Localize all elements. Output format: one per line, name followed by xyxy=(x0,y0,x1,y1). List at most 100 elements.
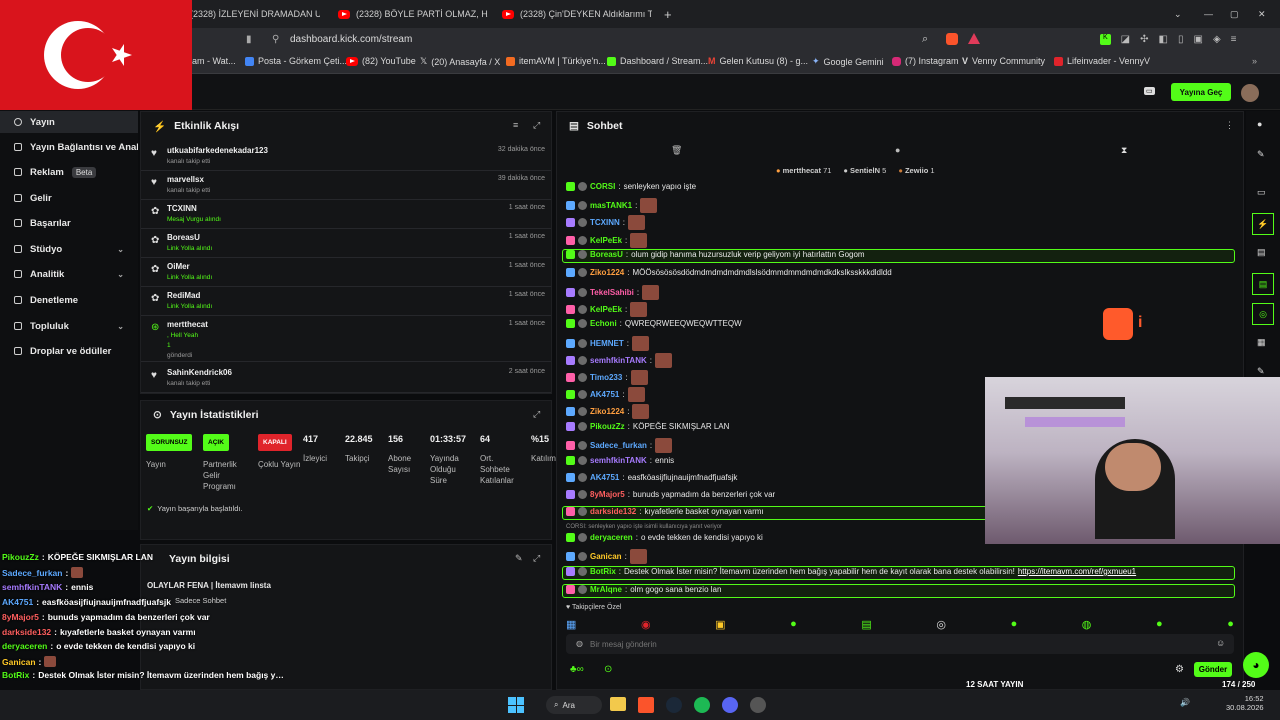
chat-username[interactable]: PikouzZz xyxy=(590,422,625,431)
kick-extension-icon[interactable]: K xyxy=(1100,34,1111,45)
chat-icon[interactable]: ▤ xyxy=(1252,273,1274,295)
chat-username[interactable]: Ziko1224 xyxy=(590,268,624,277)
list-icon[interactable]: ▤ xyxy=(1257,247,1266,258)
bookmark[interactable]: M Gelen Kutusu (8) - g... xyxy=(708,56,808,66)
go-live-button[interactable]: Yayına Geç xyxy=(1171,83,1231,101)
puzzle-icon[interactable]: ✣ xyxy=(1140,34,1148,45)
more-bookmarks-icon[interactable]: » xyxy=(1252,56,1257,66)
close-window-button[interactable]: ✕ xyxy=(1258,4,1266,24)
target-icon[interactable]: ◎ xyxy=(1252,303,1274,325)
brave-rewards-icon[interactable] xyxy=(968,33,980,44)
sidebar-item-topluluk[interactable]: Topluluk ⌄ xyxy=(0,315,138,337)
folder-icon[interactable] xyxy=(610,697,626,711)
timer-icon[interactable]: ⊙ xyxy=(604,664,612,675)
popout-icon[interactable]: ⤢ xyxy=(533,120,540,131)
emote-icon[interactable]: ● xyxy=(790,618,797,631)
chat-username[interactable]: semhfkinTANK xyxy=(590,456,647,465)
bookmark[interactable]: V Venny Community xyxy=(962,56,1045,66)
chat-message[interactable]: AK4751: xyxy=(566,387,645,402)
emoji-icon[interactable]: ☺ xyxy=(1216,638,1225,648)
filter-icon[interactable]: ≡ xyxy=(513,120,518,130)
channel-points-icon[interactable]: ♣∞ xyxy=(570,664,584,675)
sidebar-item-reklam[interactable]: Reklam Beta xyxy=(0,161,138,183)
chat-message[interactable]: TCXINN: xyxy=(566,215,646,230)
chat-username[interactable]: Sadece_furkan xyxy=(590,441,647,450)
chat-message[interactable]: darkside132: kıyafetlerle basket oynayan … xyxy=(566,507,764,516)
discord-icon[interactable] xyxy=(722,697,738,713)
popout-icon[interactable]: ⤢ xyxy=(533,409,540,420)
bookmark[interactable]: ✦ Google Gemini xyxy=(812,56,884,67)
chat-message[interactable]: MrAlqne: olm gogo sana benzio lan xyxy=(566,585,721,594)
event-row[interactable]: ♥ marvellsx kanalı takip etti 39 dakika önc… xyxy=(141,171,551,200)
chat-link[interactable]: https://itemavm.com/ref/gxmueu1 xyxy=(1018,567,1136,576)
wallet-icon[interactable]: ▣ xyxy=(1193,34,1202,45)
chat-message[interactable]: TekelSahibi: xyxy=(566,285,660,300)
new-tab-button[interactable]: + xyxy=(664,4,672,24)
windows-start-icon[interactable] xyxy=(508,697,524,713)
browser-tab[interactable]: (2328) İZLEYENİ DRAMADAN UZAK xyxy=(190,4,320,24)
chat-username[interactable]: deryaceren xyxy=(590,533,633,542)
chat-username[interactable]: darkside132 xyxy=(590,507,636,516)
chat-input[interactable] xyxy=(590,636,1210,652)
vpn-icon[interactable]: ◈ xyxy=(1213,34,1221,45)
chat-message[interactable]: KelPeEk: xyxy=(566,233,648,248)
chat-username[interactable]: BotRix xyxy=(590,567,616,576)
avatar[interactable] xyxy=(1241,84,1259,102)
event-row[interactable]: ✿ BoreasU Link Yolla alındı 1 saat önce xyxy=(141,229,551,258)
settings-icon[interactable]: ⚙ xyxy=(1175,664,1184,675)
bookmark[interactable]: 𝕏 (20) Anasayfa / X xyxy=(420,56,500,67)
minimize-button[interactable]: — xyxy=(1204,4,1213,24)
bookmark[interactable]: Lifeinvader - VennyV xyxy=(1054,56,1150,66)
chat-username[interactable]: Timo233 xyxy=(590,373,622,382)
sidebar-icon[interactable]: ▯ xyxy=(1178,34,1184,45)
event-row[interactable]: ♥ SahinKendrick06 kanalı takip etti 2 saat … xyxy=(141,364,551,393)
emote-icon[interactable]: ▤ xyxy=(861,618,871,631)
event-row[interactable]: ✿ RediMad Link Yolla alındı 1 saat önce xyxy=(141,287,551,316)
tab-search-icon[interactable]: ⌄ xyxy=(1174,4,1182,24)
chat-message[interactable]: semhfkinTANK: xyxy=(566,353,672,368)
chat-message[interactable]: Timo233: xyxy=(566,370,648,385)
theater-mode-icon[interactable]: ▭ xyxy=(1144,87,1155,95)
chat-username[interactable]: AK4751 xyxy=(590,390,619,399)
browser-tab[interactable]: (2328) Çin'DEYKEN Aldıklarımı Toplu xyxy=(502,4,652,24)
maximize-button[interactable]: ▢ xyxy=(1230,4,1239,24)
brave-icon[interactable] xyxy=(638,697,654,713)
chat-message[interactable]: Ziko1224: MÖÖsösösösdödmdmdmdmdmdlslsödmm… xyxy=(566,268,892,277)
gifter[interactable]: ● SentielN 5 xyxy=(843,166,886,175)
chat-message[interactable]: Echoni: QWREQRWEEQWEQWTTEQW xyxy=(566,319,742,328)
popout-icon[interactable]: ⤢ xyxy=(533,553,540,564)
chat-message[interactable]: PikouzZz: KÖPEĞE SIKMIŞLAR LAN xyxy=(566,422,729,431)
send-button[interactable]: Gönder xyxy=(1194,662,1232,677)
chat-message[interactable]: Ganican: xyxy=(566,549,647,564)
hourglass-icon[interactable]: ⧗ xyxy=(1121,145,1127,156)
kick-bot-icon[interactable]: ◕ xyxy=(1243,652,1269,678)
chat-message[interactable]: BoreasU: olum gidip hanıma huzursuzluk ve… xyxy=(566,250,865,259)
chat-username[interactable]: KelPeEk xyxy=(590,236,622,245)
event-row[interactable]: ⊛ mertthecat , Hell Yeah 1 gönderdi 1 saat ön… xyxy=(141,316,551,362)
chat-username[interactable]: TCXINN xyxy=(590,218,620,227)
sidebar-item-analitik[interactable]: Analitik ⌄ xyxy=(0,263,138,285)
bookmark[interactable]: (82) YouTube xyxy=(346,56,416,66)
chat-message[interactable]: CORSI: senleyken yapıo işte xyxy=(566,182,696,191)
chat-message[interactable]: Ziko1224: xyxy=(566,404,650,419)
chat-username[interactable]: AK4751 xyxy=(590,473,619,482)
gifter[interactable]: ● Zewiio 1 xyxy=(898,166,934,175)
chat-bubble-icon[interactable]: ● xyxy=(895,145,900,155)
chat-username[interactable]: HEMNET xyxy=(590,339,624,348)
sidebar-item-yayin[interactable]: Yayın xyxy=(0,111,138,133)
window-icon[interactable]: ▭ xyxy=(1257,187,1266,198)
emote-icon[interactable]: ◍ xyxy=(1082,618,1092,631)
menu-icon[interactable]: ≡ xyxy=(1231,34,1237,45)
more-options-icon[interactable]: ⋮ xyxy=(1225,120,1234,131)
chat-username[interactable]: BoreasU xyxy=(590,250,623,259)
chat-message[interactable]: Sadece_furkan: xyxy=(566,438,673,453)
calendar-icon[interactable]: ▦ xyxy=(1257,337,1266,348)
bookmark[interactable]: itemAVM | Türkiye'n... xyxy=(506,56,606,66)
chat-message[interactable]: 8yMajor5: bunuds yapmadım da benzerleri ç… xyxy=(566,490,775,499)
emote-icon[interactable]: ◎ xyxy=(936,618,946,631)
extension-icon[interactable]: ◪ xyxy=(1121,34,1130,45)
bolt-icon[interactable]: ⚡ xyxy=(1252,213,1274,235)
spotify-icon[interactable] xyxy=(694,697,710,713)
sidebar-item-droplar[interactable]: Droplar ve ödüller xyxy=(0,340,138,362)
steam-icon[interactable] xyxy=(666,697,682,713)
